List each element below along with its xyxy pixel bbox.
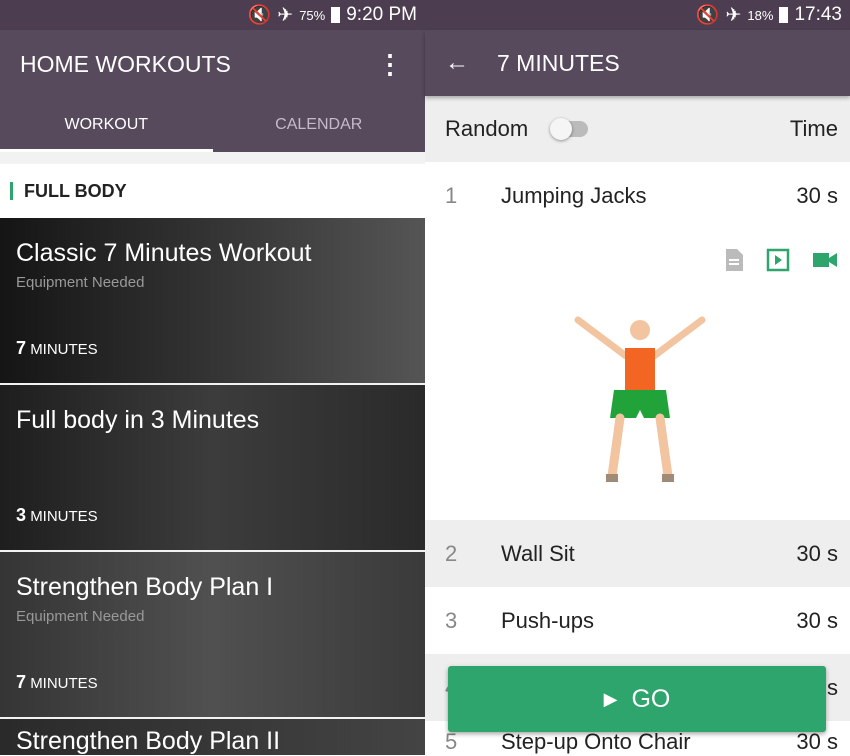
time-label: Time	[789, 116, 838, 141]
exercise-number: 2	[445, 540, 458, 566]
exercise-name: Wall Sit	[501, 540, 575, 566]
workout-card[interactable]: Strengthen Body Plan II	[0, 719, 425, 755]
card-duration: 3	[16, 505, 27, 525]
go-label: GO	[631, 684, 671, 713]
card-title: Strengthen Body Plan II	[16, 727, 281, 755]
clock: 17:43	[794, 4, 842, 25]
mute-icon: 🔇	[247, 5, 272, 26]
exercise-time: 30 s	[796, 607, 838, 633]
random-toggle[interactable]	[550, 118, 589, 140]
airplane-icon: ✈	[725, 4, 742, 26]
workout-detail-screen: 🔇 ✈ 18% 17:43 ← 7 MINUTES Random Time 1 …	[425, 0, 850, 756]
workout-card[interactable]: Classic 7 Minutes Workout Equipment Need…	[0, 218, 425, 383]
go-button[interactable]: ▶ GO	[448, 666, 826, 732]
workout-card[interactable]: Full body in 3 Minutes 3 MINUTES	[0, 385, 425, 550]
exercise-name: Jumping Jacks	[501, 182, 647, 208]
card-subtitle: Equipment Needed	[16, 607, 145, 625]
play-video-icon[interactable]	[766, 248, 790, 272]
battery-icon	[331, 7, 341, 23]
exercise-time: 30 s	[796, 540, 838, 566]
card-unit: MINUTES	[30, 341, 98, 358]
more-options-icon[interactable]: ⋮	[377, 49, 403, 80]
exercise-number: 3	[445, 607, 458, 633]
home-workouts-screen: 🔇 ✈ 75% 9:20 PM HOME WORKOUTS ⋮ WORKOUT …	[0, 0, 425, 755]
card-unit: MINUTES	[30, 508, 98, 525]
battery-percent: 18%	[747, 7, 774, 23]
app-title: HOME WORKOUTS	[20, 50, 231, 77]
tab-calendar[interactable]: CALENDAR	[213, 98, 426, 152]
jumping-jacks-illustration	[574, 316, 706, 482]
exercise-name: Step-up Onto Chair	[501, 729, 691, 754]
video-camera-icon[interactable]	[812, 248, 838, 272]
clock: 9:20 PM	[346, 4, 417, 25]
battery-charging-icon	[779, 7, 789, 23]
airplane-icon: ✈	[277, 4, 294, 26]
workout-card[interactable]: Strengthen Body Plan I Equipment Needed …	[0, 552, 425, 717]
document-icon[interactable]	[724, 248, 744, 272]
card-unit: MINUTES	[30, 675, 98, 692]
exercise-time: 30 s	[796, 729, 838, 754]
exercise-item-expanded[interactable]: 1 Jumping Jacks 30 s	[425, 162, 850, 520]
random-label: Random	[445, 116, 529, 141]
play-icon: ▶	[603, 688, 618, 709]
exercise-time: 30 s	[796, 182, 838, 208]
back-arrow-icon[interactable]: ←	[445, 49, 469, 77]
exercise-name: Push-ups	[501, 607, 594, 633]
card-title: Full body in 3 Minutes	[16, 406, 260, 434]
card-title: Classic 7 Minutes Workout	[16, 239, 312, 267]
screen-title: 7 MINUTES	[497, 49, 620, 76]
card-title: Strengthen Body Plan I	[16, 573, 274, 601]
status-bar: 🔇 ✈ 75% 9:20 PM	[0, 0, 425, 30]
mute-icon: 🔇	[695, 5, 720, 26]
status-bar: 🔇 ✈ 18% 17:43	[425, 0, 850, 30]
tab-workout[interactable]: WORKOUT	[0, 98, 213, 152]
exercise-number: 5	[445, 729, 458, 754]
card-subtitle: Equipment Needed	[16, 273, 145, 291]
exercise-number: 1	[445, 182, 458, 208]
card-duration: 7	[16, 338, 27, 358]
card-duration: 7	[16, 672, 27, 692]
battery-percent: 75%	[299, 7, 326, 23]
section-header: FULL BODY	[0, 164, 425, 218]
